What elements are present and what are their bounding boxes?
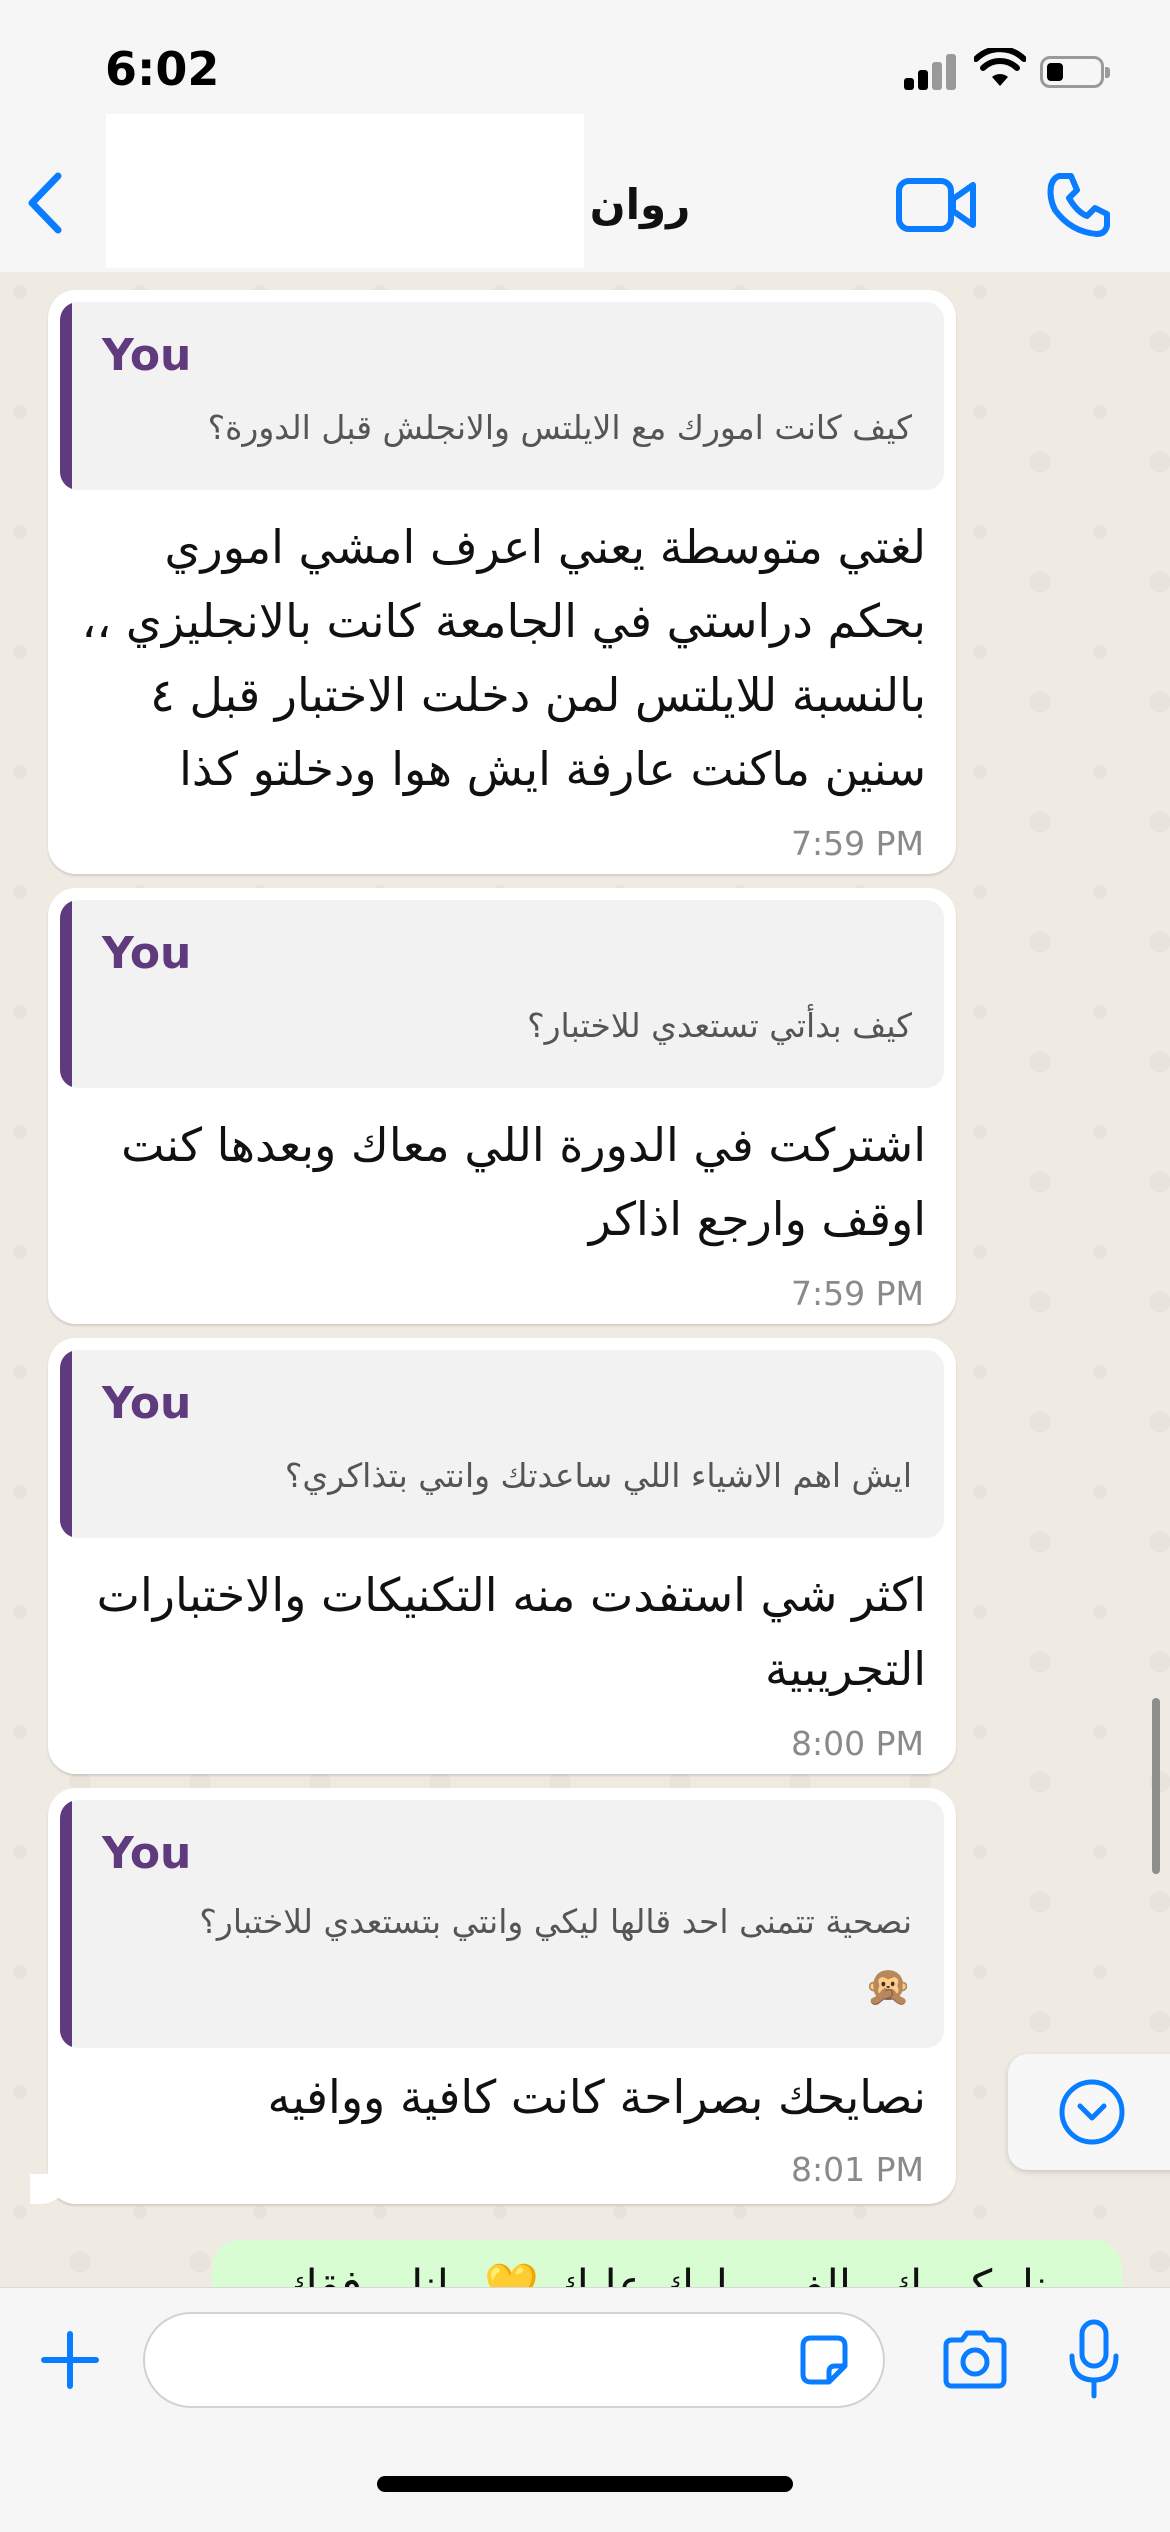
outgoing-message-bubble[interactable]: ربنا يكرمك والف مبارك عليك 💛 وانا يوفقك: [212, 2240, 1122, 2287]
message-text-line: اوقف وارجع اذاكر: [588, 1192, 926, 1246]
wifi-icon: [974, 48, 1026, 86]
quote-text: ايش اهم الاشياء اللي ساعدتك وانتي بتذاكر…: [284, 1456, 912, 1495]
quote-author: You: [102, 928, 192, 979]
phone-icon[interactable]: [1045, 170, 1113, 238]
message-text-line: التجريبية: [765, 1642, 926, 1696]
message-time: 8:01 PM: [791, 2150, 924, 2189]
back-chevron-icon[interactable]: [20, 168, 70, 238]
incoming-message-bubble[interactable]: You كيف كانت امورك مع الايلتس والانجلش ق…: [48, 290, 956, 874]
microphone-icon[interactable]: [1066, 2318, 1122, 2402]
quoted-message[interactable]: You كيف بدأتي تستعدي للاختبار؟: [60, 900, 944, 1088]
bubble-tail: [30, 2174, 70, 2204]
quote-text: كيف بدأتي تستعدي للاختبار؟: [527, 1006, 912, 1045]
incoming-message-bubble[interactable]: You كيف بدأتي تستعدي للاختبار؟ اشتركت في…: [48, 888, 956, 1324]
quote-author: You: [102, 1378, 192, 1429]
status-bar: 6:02: [0, 0, 1170, 110]
message-time: 8:00 PM: [791, 1724, 924, 1763]
quote-text: نصحية تتمنى احد قالها ليكي وانتي بتستعدي…: [199, 1902, 912, 1941]
quote-text: كيف كانت امورك مع الايلتس والانجلش قبل ا…: [207, 408, 912, 447]
battery-icon: [1040, 56, 1110, 88]
message-list[interactable]: You كيف كانت امورك مع الايلتس والانجلش ق…: [0, 272, 1170, 2287]
message-text-line: بحكم دراستي في الجامعة كانت بالانجليزي ،…: [81, 594, 926, 648]
message-time: 7:59 PM: [791, 824, 924, 863]
scrollbar[interactable]: [1152, 1698, 1160, 1874]
quote-emoji: 🙊: [864, 1964, 912, 2008]
outgoing-message-text: ربنا يكرمك والف مبارك عليك 💛 وانا يوفقك: [281, 2261, 1082, 2287]
message-text-line: سنين ماكنت عارفة ايش هوا ودخلتو كذا: [179, 742, 926, 796]
quoted-message[interactable]: You نصحية تتمنى احد قالها ليكي وانتي بتس…: [60, 1800, 944, 2048]
message-text-line: لغتي متوسطة يعني اعرف امشي اموري: [164, 520, 926, 574]
plus-icon[interactable]: [38, 2328, 102, 2392]
message-text-line: نصايحك بصراحة كانت كافية ووافيه: [267, 2070, 927, 2124]
message-text-line: بالنسبة للايلتس لمن دخلت الاختبار قبل ٤: [150, 668, 926, 722]
incoming-message-bubble[interactable]: You نصحية تتمنى احد قالها ليكي وانتي بتس…: [30, 1788, 956, 2204]
quote-author: You: [102, 330, 192, 381]
sticker-icon[interactable]: [795, 2332, 853, 2390]
camera-icon[interactable]: [940, 2328, 1010, 2390]
message-input[interactable]: [143, 2312, 885, 2408]
quoted-message[interactable]: You ايش اهم الاشياء اللي ساعدتك وانتي بت…: [60, 1350, 944, 1538]
chat-header: روان: [0, 110, 1170, 273]
video-camera-icon[interactable]: [895, 175, 977, 235]
message-text-line: اشتركت في الدورة اللي معاك وبعدها كنت: [121, 1118, 926, 1172]
message-time: 7:59 PM: [791, 1274, 924, 1313]
contact-avatar-area[interactable]: [106, 114, 584, 268]
status-time: 6:02: [105, 42, 220, 96]
quote-author: You: [102, 1828, 192, 1879]
home-indicator[interactable]: [377, 2476, 793, 2492]
contact-name[interactable]: روان: [560, 180, 720, 229]
scroll-to-bottom-button[interactable]: [1008, 2054, 1170, 2170]
message-composer: [0, 2287, 1170, 2532]
quoted-message[interactable]: You كيف كانت امورك مع الايلتس والانجلش ق…: [60, 302, 944, 490]
signal-icon: [904, 52, 956, 90]
message-text-line: اكثر شي استفدت منه التكنيكات والاختبارات: [96, 1568, 926, 1622]
incoming-message-bubble[interactable]: You ايش اهم الاشياء اللي ساعدتك وانتي بت…: [48, 1338, 956, 1774]
chevron-down-circle-icon: [1059, 2079, 1125, 2145]
